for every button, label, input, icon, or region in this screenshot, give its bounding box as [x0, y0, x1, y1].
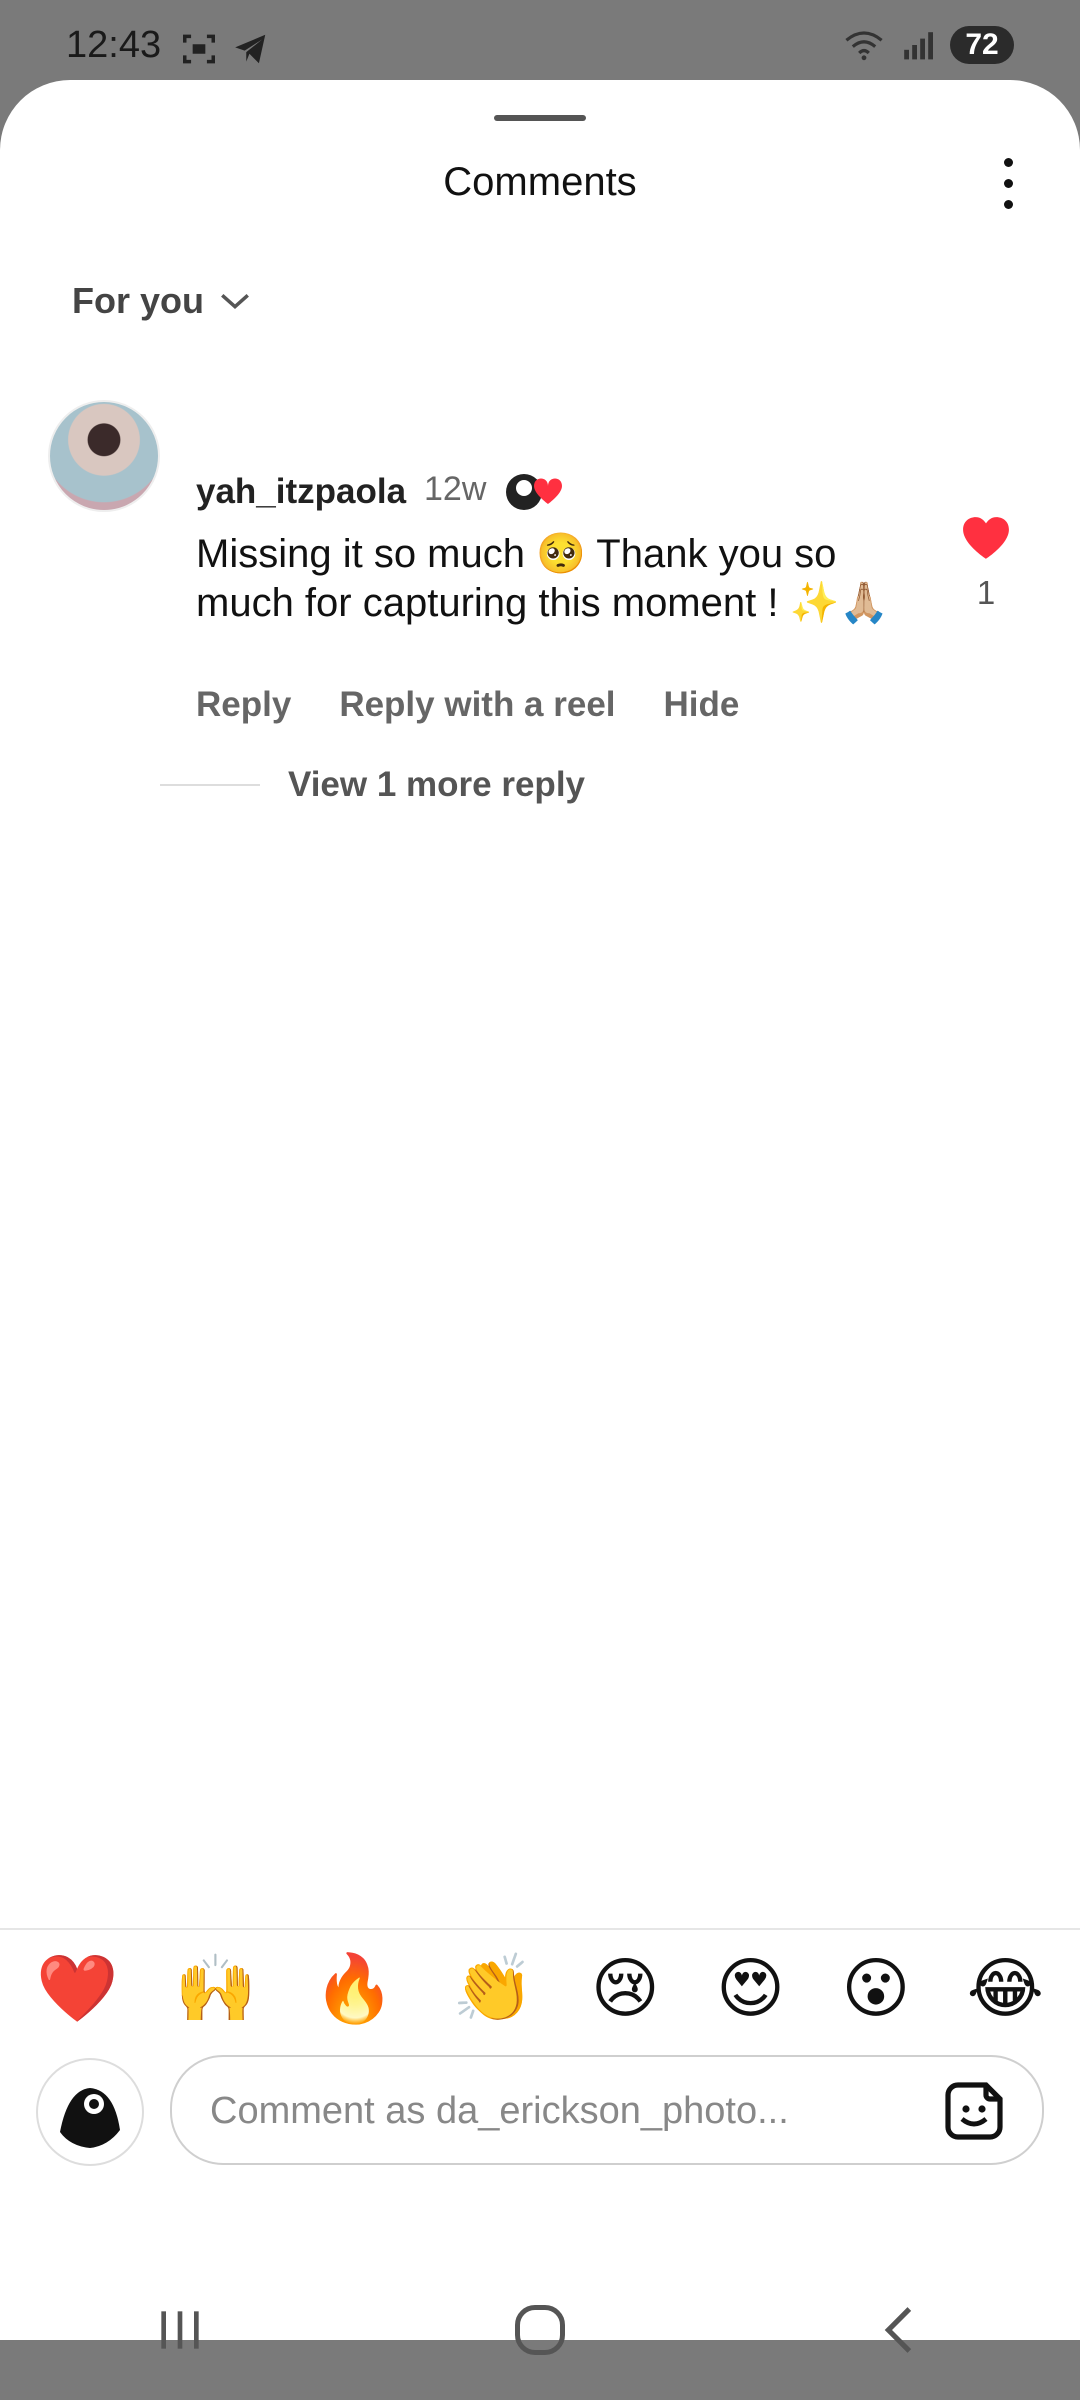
sort-dropdown[interactable]: For you	[72, 280, 252, 322]
sticker-icon[interactable]	[942, 2079, 1006, 2143]
reaction-heart-eyes[interactable]: 😍	[716, 1950, 785, 2028]
my-avatar	[36, 2058, 144, 2166]
divider	[160, 784, 260, 786]
divider	[0, 1928, 1080, 1930]
back-icon	[884, 2307, 912, 2353]
reaction-fire[interactable]: 🔥	[313, 1950, 395, 2028]
home-icon	[515, 2305, 565, 2355]
reaction-raised-hands[interactable]: 🙌	[175, 1950, 257, 2028]
telegram-icon	[235, 34, 266, 64]
status-bar: 12:43 72	[0, 0, 1080, 80]
signal-icon	[904, 32, 933, 60]
comments-sheet: Comments For you yah_itzpaola 12w Missin…	[0, 80, 1080, 2355]
recents-button[interactable]	[120, 2270, 240, 2390]
reaction-laughing[interactable]: 😂	[967, 1950, 1044, 2028]
reaction-clap[interactable]: 👏	[452, 1950, 534, 2028]
reaction-crying[interactable]: 😢	[591, 1950, 660, 2028]
status-right-icons: 72	[844, 26, 1014, 64]
avatar[interactable]	[48, 400, 160, 512]
reaction-heart[interactable]: ❤️	[36, 1950, 118, 2028]
author-liked-icon	[506, 474, 562, 510]
sort-label: For you	[72, 280, 204, 321]
back-button[interactable]	[840, 2270, 960, 2390]
status-left-icons	[180, 30, 270, 68]
like-count: 1	[976, 574, 996, 611]
recents-icon	[161, 2311, 199, 2349]
comment-actions: Reply Reply with a reel Hide	[196, 685, 739, 725]
like-button[interactable]: 1	[950, 515, 1022, 612]
comment-text: Missing it so much 🥺 Thank you so much f…	[196, 532, 890, 625]
more-options-icon[interactable]	[996, 158, 1020, 214]
comment-composer	[36, 2055, 1044, 2166]
chevron-down-icon	[221, 294, 249, 310]
comment-input-wrapper	[170, 2055, 1044, 2165]
hide-button[interactable]: Hide	[664, 685, 740, 725]
comment-username[interactable]: yah_itzpaola	[196, 472, 406, 512]
reaction-surprised[interactable]: 😮	[841, 1950, 910, 2028]
comment-input[interactable]	[208, 2083, 892, 2139]
home-button[interactable]	[480, 2270, 600, 2390]
quick-reactions: ❤️ 🙌 🔥 👏 😢 😍 😮 😂	[36, 1950, 1044, 2028]
reply-with-reel-button[interactable]: Reply with a reel	[339, 685, 615, 725]
battery-indicator: 72	[950, 26, 1014, 64]
screenshot-icon	[183, 34, 215, 64]
reply-button[interactable]: Reply	[196, 685, 291, 725]
drag-handle[interactable]	[494, 115, 586, 121]
status-time: 12:43	[66, 24, 162, 66]
comment-time: 12w	[424, 470, 487, 508]
sheet-title: Comments	[443, 160, 637, 204]
view-replies[interactable]: View 1 more reply	[160, 765, 585, 805]
wifi-icon	[845, 31, 883, 61]
view-replies-label: View 1 more reply	[288, 765, 586, 804]
comment-item: yah_itzpaola 12w Missing it so much 🥺 Th…	[0, 380, 1080, 830]
system-nav-bar	[0, 2260, 1080, 2400]
heart-icon	[963, 517, 1009, 559]
